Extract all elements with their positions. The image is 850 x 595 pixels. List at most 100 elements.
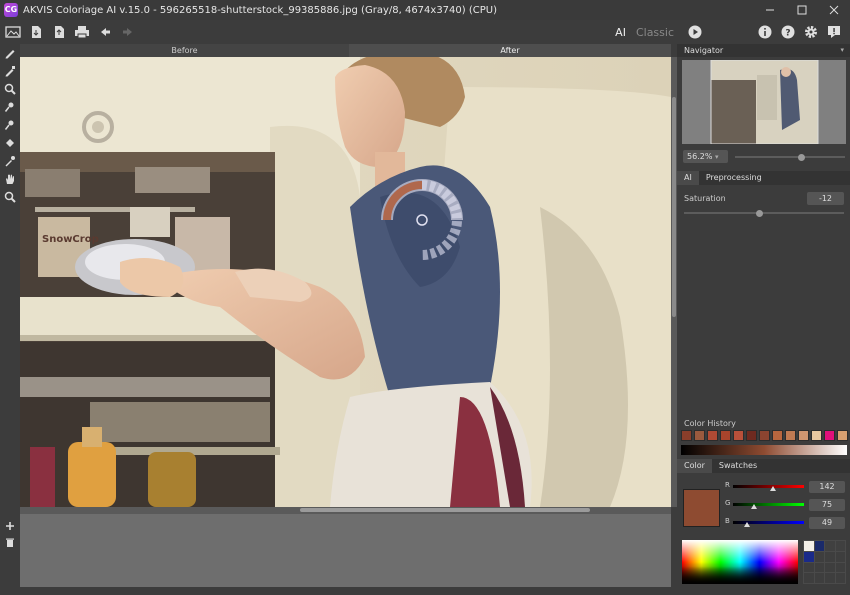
settings-button[interactable] <box>801 22 821 42</box>
tab-ai[interactable]: AI <box>677 171 699 185</box>
history-swatch[interactable] <box>707 430 718 441</box>
delete-button[interactable] <box>4 536 16 548</box>
image-canvas[interactable]: SnowCrop <box>20 57 671 507</box>
keep-color-pencil-tool[interactable] <box>0 62 20 80</box>
saturation-value-field[interactable]: -12 <box>807 192 844 205</box>
recent-color-cell[interactable] <box>804 573 814 583</box>
color-history-gradient[interactable] <box>681 445 847 455</box>
history-swatch[interactable] <box>733 430 744 441</box>
bottom-left-tools <box>0 514 20 595</box>
zoom-slider-knob[interactable] <box>797 153 805 161</box>
recent-color-cell[interactable] <box>825 562 835 573</box>
recent-color-cell[interactable] <box>835 573 845 583</box>
color-replace-icon <box>4 120 14 130</box>
history-swatch[interactable] <box>759 430 770 441</box>
mode-ai-button[interactable]: AI <box>610 26 631 39</box>
hand-icon <box>6 174 14 184</box>
paint-bucket-tool[interactable] <box>0 134 20 152</box>
recent-color-cell[interactable] <box>814 541 824 551</box>
minimize-button[interactable] <box>754 0 786 20</box>
recent-color-cell[interactable] <box>804 562 814 573</box>
eraser-tool[interactable] <box>0 98 20 116</box>
recent-color-cell[interactable] <box>835 562 845 573</box>
mode-classic-button[interactable]: Classic <box>631 26 679 39</box>
run-button[interactable] <box>685 22 705 42</box>
notifications-icon <box>828 26 840 38</box>
print-button[interactable] <box>72 22 92 42</box>
undo-button[interactable] <box>95 22 115 42</box>
chevron-down-icon: ▾ <box>714 153 719 161</box>
play-icon <box>688 25 702 39</box>
recent-color-cell[interactable] <box>804 551 814 562</box>
history-swatch[interactable] <box>720 430 731 441</box>
add-button[interactable] <box>4 520 16 532</box>
blue-value-field[interactable]: 49 <box>809 517 845 529</box>
green-value-field[interactable]: 75 <box>809 499 845 511</box>
import-button[interactable] <box>26 22 46 42</box>
recent-color-cell[interactable] <box>814 573 824 583</box>
color-replace-tool[interactable] <box>0 116 20 134</box>
history-swatch[interactable] <box>681 430 692 441</box>
recent-color-cell[interactable] <box>804 541 814 551</box>
history-swatch[interactable] <box>811 430 822 441</box>
zoom-tool[interactable] <box>0 188 20 206</box>
history-swatch[interactable] <box>824 430 835 441</box>
main-toolbar: AI Classic ? <box>0 20 850 44</box>
history-swatch[interactable] <box>746 430 757 441</box>
color-spectrum[interactable] <box>682 540 798 584</box>
horizontal-scrollbar[interactable] <box>20 507 671 514</box>
navigator-thumbnail <box>682 60 846 144</box>
minimize-icon <box>766 9 774 11</box>
history-swatch[interactable] <box>785 430 796 441</box>
recent-color-cell[interactable] <box>835 551 845 562</box>
maximize-button[interactable] <box>786 0 818 20</box>
history-swatch[interactable] <box>837 430 848 441</box>
zoom-value: 56.2% <box>687 152 713 161</box>
green-slider-handle[interactable] <box>750 504 757 509</box>
colorized-photo: SnowCrop <box>20 57 671 507</box>
zoom-slider[interactable] <box>735 153 845 161</box>
navigator-header[interactable]: Navigator ▾ <box>677 44 850 57</box>
recent-color-cell[interactable] <box>814 562 824 573</box>
print-icon <box>75 26 89 39</box>
vertical-scroll-thumb[interactable] <box>672 97 676 317</box>
tab-before[interactable]: Before <box>20 44 349 57</box>
recent-color-cell[interactable] <box>825 541 835 551</box>
recent-color-cell[interactable] <box>814 551 824 562</box>
blue-slider-handle[interactable] <box>743 522 750 527</box>
tab-preprocessing[interactable]: Preprocessing <box>699 171 769 185</box>
help-button[interactable]: ? <box>778 22 798 42</box>
red-slider-handle[interactable] <box>769 486 776 491</box>
open-image-button[interactable] <box>3 22 23 42</box>
saturation-slider-knob[interactable] <box>755 209 763 217</box>
tab-swatches[interactable]: Swatches <box>712 459 764 473</box>
history-swatch[interactable] <box>772 430 783 441</box>
navigator-preview[interactable] <box>682 60 846 144</box>
recent-color-cell[interactable] <box>825 551 835 562</box>
saturation-slider[interactable] <box>684 209 844 217</box>
red-value-field[interactable]: 142 <box>809 481 845 493</box>
hand-tool[interactable] <box>0 170 20 188</box>
notifications-button[interactable] <box>824 22 844 42</box>
export-button[interactable] <box>49 22 69 42</box>
undo-icon <box>101 28 110 36</box>
collapse-icon[interactable]: ▾ <box>840 44 844 57</box>
recent-color-cell[interactable] <box>835 541 845 551</box>
zoom-dropdown[interactable]: 56.2% ▾ <box>683 150 728 163</box>
close-button[interactable] <box>818 0 850 20</box>
history-swatch[interactable] <box>798 430 809 441</box>
tab-after[interactable]: After <box>349 44 671 57</box>
history-swatch[interactable] <box>694 430 705 441</box>
horizontal-scroll-thumb[interactable] <box>300 508 590 512</box>
green-slider[interactable] <box>733 503 804 506</box>
red-slider[interactable] <box>733 485 804 488</box>
tab-color[interactable]: Color <box>677 459 712 473</box>
magic-tube-tool[interactable] <box>0 80 20 98</box>
recent-color-cell[interactable] <box>825 573 835 583</box>
current-color-swatch[interactable] <box>683 489 720 527</box>
info-button[interactable] <box>755 22 775 42</box>
color-pencil-tool[interactable] <box>0 44 20 62</box>
redo-button[interactable] <box>118 22 138 42</box>
eyedropper-tool[interactable] <box>0 152 20 170</box>
svg-text:?: ? <box>785 29 790 39</box>
